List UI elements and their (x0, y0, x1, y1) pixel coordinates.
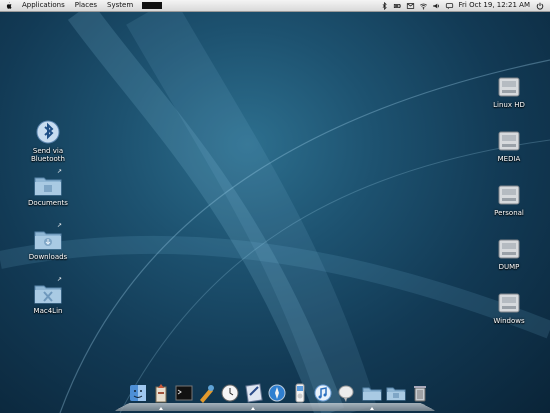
alias-arrow-icon: ↗ (57, 276, 63, 283)
menu-system[interactable]: System (102, 0, 138, 11)
desktop-icon-mac4lin[interactable]: Mac4Lin (18, 282, 78, 315)
downloads-folder-icon (34, 231, 62, 250)
desktop-icon-label: Personal (494, 209, 524, 217)
desktop-icon-label: Send via Bluetooth (31, 147, 65, 163)
ipod-icon[interactable] (290, 383, 310, 403)
desktop-icon-media[interactable]: MEDIA (479, 130, 539, 163)
running-indicator (370, 407, 374, 410)
desktop-icon-label: Linux HD (493, 101, 525, 109)
mac4lin-folder-icon (34, 285, 62, 304)
desktop-icon-windows[interactable]: Windows (479, 292, 539, 325)
chat-icon[interactable] (445, 2, 454, 10)
documents-folder-icon (34, 177, 62, 196)
wallpaper-swoosh (0, 0, 550, 413)
folder-icon[interactable] (362, 383, 382, 403)
apple-logo-icon[interactable] (4, 1, 13, 10)
alias-arrow-icon: ↗ (57, 222, 63, 229)
desktop-icon-label: Documents (28, 199, 68, 207)
hard-drive-icon (498, 77, 520, 97)
menu-applications[interactable]: Applications (17, 0, 70, 11)
running-indicator (251, 407, 255, 410)
bluetooth-icon[interactable] (380, 1, 389, 10)
desktop-icon-label: Downloads (28, 253, 68, 261)
alias-arrow-icon: ↗ (57, 168, 63, 175)
finder-icon[interactable] (128, 383, 148, 403)
menu-places[interactable]: Places (70, 0, 102, 11)
dock (118, 383, 438, 411)
terminal-icon[interactable] (174, 383, 194, 403)
documents-stack-icon[interactable] (386, 383, 406, 403)
text-editor-icon[interactable] (244, 383, 264, 403)
redacted-menu-item[interactable] (142, 2, 163, 9)
clock-icon[interactable] (220, 383, 240, 403)
hard-drive-icon (498, 131, 520, 151)
itunes-icon[interactable] (313, 383, 333, 403)
desktop-icon-label: Windows (493, 317, 525, 325)
desktop-icon-downloads[interactable]: Downloads (18, 228, 78, 261)
pidgin-icon[interactable] (336, 383, 356, 403)
desktop-icon-send-via-bluetooth[interactable]: Send via Bluetooth (17, 120, 79, 163)
system-monitor-icon[interactable] (151, 383, 171, 403)
desktop-icon-documents[interactable]: Documents (18, 174, 78, 207)
desktop-icon-label: Mac4Lin (33, 307, 63, 315)
bluetooth-send-icon (36, 120, 60, 144)
desktop-icon-personal[interactable]: Personal (479, 184, 539, 217)
hard-drive-icon (498, 185, 520, 205)
desktop-icon-label: MEDIA (497, 155, 521, 163)
menubar-clock[interactable]: Fri Oct 19, 12:21 AM (456, 0, 534, 11)
trash-icon[interactable] (410, 383, 430, 403)
desktop-icon-linux-hd[interactable]: Linux HD (479, 76, 539, 109)
power-icon[interactable] (536, 2, 544, 10)
desktop-icon-label: DUMP (498, 263, 520, 271)
hard-drive-icon (498, 239, 520, 259)
volume-icon[interactable] (432, 2, 441, 10)
battery-icon[interactable] (393, 2, 402, 10)
gimp-icon[interactable] (197, 383, 217, 403)
desktop-icon-dump[interactable]: DUMP (479, 238, 539, 271)
mail-icon[interactable] (406, 2, 415, 10)
running-indicator (159, 407, 163, 410)
hard-drive-icon (498, 293, 520, 313)
safari-icon[interactable] (267, 383, 287, 403)
menu-bar: Applications Places System Fri Oct 19, 1… (0, 0, 550, 12)
wifi-icon[interactable] (419, 2, 428, 10)
